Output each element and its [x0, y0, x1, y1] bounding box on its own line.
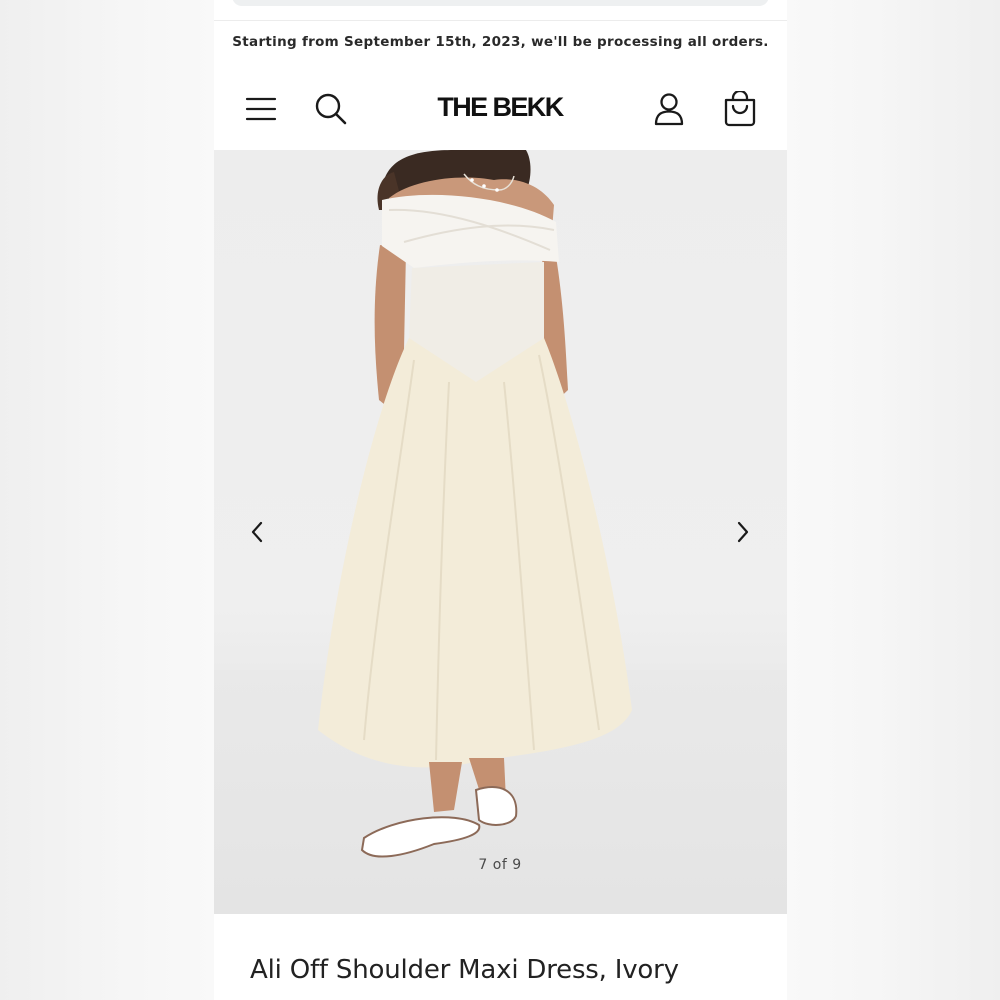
user-icon	[654, 93, 684, 126]
background-blur-right	[787, 0, 1000, 1000]
search-button[interactable]	[311, 89, 351, 129]
site-header: THE BEKK	[214, 70, 787, 150]
product-photo	[318, 150, 632, 858]
divider	[214, 20, 787, 21]
site-logo[interactable]: THE BEKK	[400, 92, 600, 123]
browser-address-bar[interactable]	[232, 0, 769, 6]
mobile-viewport: Starting from September 15th, 2023, we'l…	[214, 0, 787, 1000]
image-counter: 7 of 9	[478, 857, 522, 873]
chevron-right-icon	[737, 521, 749, 543]
product-title: Ali Off Shoulder Maxi Dress, Ivory	[250, 955, 679, 985]
chevron-left-icon	[251, 521, 263, 543]
search-icon	[315, 93, 347, 125]
hamburger-menu-icon	[245, 97, 277, 121]
announcement-bar: Starting from September 15th, 2023, we'l…	[232, 34, 769, 50]
product-image-gallery[interactable]: 7 of 9	[214, 150, 787, 914]
account-button[interactable]	[649, 89, 689, 129]
next-image-button[interactable]	[725, 514, 761, 550]
cart-button[interactable]	[720, 89, 760, 129]
shopping-bag-icon	[724, 91, 756, 127]
menu-button[interactable]	[241, 89, 281, 129]
previous-image-button[interactable]	[239, 514, 275, 550]
background-blur-left	[0, 0, 214, 1000]
